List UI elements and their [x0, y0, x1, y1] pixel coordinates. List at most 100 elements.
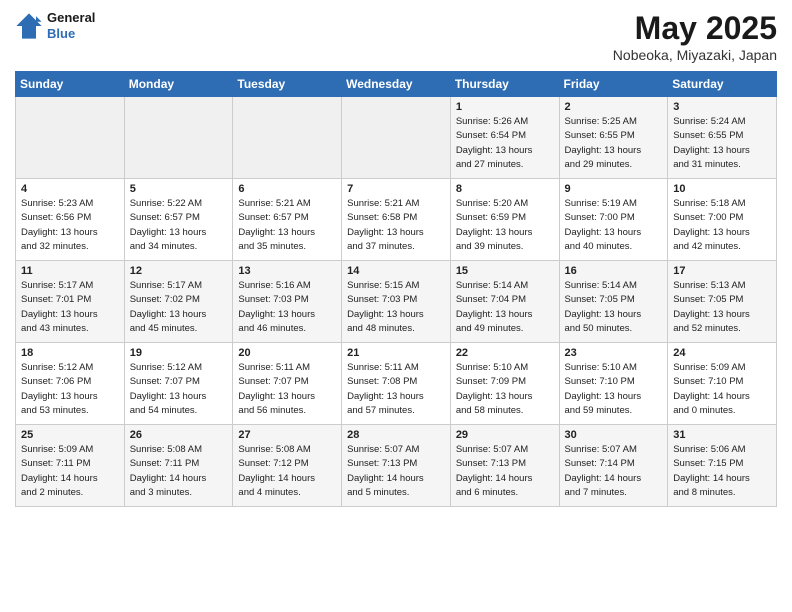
day-info: Sunrise: 5:06 AM Sunset: 7:15 PM Dayligh… — [673, 443, 771, 500]
calendar-cell: 17Sunrise: 5:13 AM Sunset: 7:05 PM Dayli… — [668, 261, 777, 343]
day-number: 16 — [565, 265, 663, 277]
calendar-week-2: 4 Sunrise: 5:23 AM Sunset: 6:56 PM Daylig… — [16, 179, 777, 261]
calendar-cell: 30Sunrise: 5:07 AM Sunset: 7:14 PM Dayli… — [559, 425, 668, 507]
calendar-cell: 31 Sunrise: 5:06 AM Sunset: 7:15 PM Dayli… — [668, 425, 777, 507]
calendar-body: 1 Sunrise: 5:26 AM Sunset: 6:54 PM Daylig… — [16, 97, 777, 507]
calendar-cell: 15Sunrise: 5:14 AM Sunset: 7:04 PM Dayli… — [450, 261, 559, 343]
calendar-week-1: 1 Sunrise: 5:26 AM Sunset: 6:54 PM Daylig… — [16, 97, 777, 179]
day-info: Sunrise: 5:26 AM Sunset: 6:54 PM Dayligh… — [456, 115, 554, 172]
calendar-week-3: 11Sunrise: 5:17 AM Sunset: 7:01 PM Dayli… — [16, 261, 777, 343]
day-number: 18 — [21, 347, 119, 359]
day-number: 14 — [347, 265, 445, 277]
day-info: Sunrise: 5:11 AM Sunset: 7:07 PM Dayligh… — [238, 361, 336, 418]
calendar-cell: 5 Sunrise: 5:22 AM Sunset: 6:57 PM Daylig… — [124, 179, 233, 261]
day-number: 8 — [456, 183, 554, 195]
calendar-cell: 24Sunrise: 5:09 AM Sunset: 7:10 PM Dayli… — [668, 343, 777, 425]
day-info: Sunrise: 5:14 AM Sunset: 7:05 PM Dayligh… — [565, 279, 663, 336]
day-number: 4 — [21, 183, 119, 195]
calendar-cell: 27Sunrise: 5:08 AM Sunset: 7:12 PM Dayli… — [233, 425, 342, 507]
day-info: Sunrise: 5:21 AM Sunset: 6:58 PM Dayligh… — [347, 197, 445, 254]
day-number: 5 — [130, 183, 228, 195]
day-number: 29 — [456, 429, 554, 441]
logo-line2: Blue — [47, 26, 95, 42]
calendar-cell: 1 Sunrise: 5:26 AM Sunset: 6:54 PM Daylig… — [450, 97, 559, 179]
day-info: Sunrise: 5:10 AM Sunset: 7:10 PM Dayligh… — [565, 361, 663, 418]
calendar-cell: 20Sunrise: 5:11 AM Sunset: 7:07 PM Dayli… — [233, 343, 342, 425]
weekday-header-saturday: Saturday — [668, 72, 777, 97]
day-number: 26 — [130, 429, 228, 441]
day-info: Sunrise: 5:10 AM Sunset: 7:09 PM Dayligh… — [456, 361, 554, 418]
calendar-cell: 19 Sunrise: 5:12 AM Sunset: 7:07 PM Dayli… — [124, 343, 233, 425]
day-number: 27 — [238, 429, 336, 441]
calendar-cell: 12 Sunrise: 5:17 AM Sunset: 7:02 PM Dayli… — [124, 261, 233, 343]
day-info: Sunrise: 5:07 AM Sunset: 7:13 PM Dayligh… — [456, 443, 554, 500]
weekday-header-sunday: Sunday — [16, 72, 125, 97]
day-info: Sunrise: 5:07 AM Sunset: 7:13 PM Dayligh… — [347, 443, 445, 500]
day-info: Sunrise: 5:24 AM Sunset: 6:55 PM Dayligh… — [673, 115, 771, 172]
calendar-cell: 18 Sunrise: 5:12 AM Sunset: 7:06 PM Dayli… — [16, 343, 125, 425]
day-info: Sunrise: 5:15 AM Sunset: 7:03 PM Dayligh… — [347, 279, 445, 336]
day-number: 22 — [456, 347, 554, 359]
day-info: Sunrise: 5:08 AM Sunset: 7:11 PM Dayligh… — [130, 443, 228, 500]
calendar-cell: 4 Sunrise: 5:23 AM Sunset: 6:56 PM Daylig… — [16, 179, 125, 261]
location-subtitle: Nobeoka, Miyazaki, Japan — [613, 47, 777, 63]
day-info: Sunrise: 5:22 AM Sunset: 6:57 PM Dayligh… — [130, 197, 228, 254]
day-number: 31 — [673, 429, 771, 441]
day-number: 21 — [347, 347, 445, 359]
day-info: Sunrise: 5:16 AM Sunset: 7:03 PM Dayligh… — [238, 279, 336, 336]
day-info: Sunrise: 5:11 AM Sunset: 7:08 PM Dayligh… — [347, 361, 445, 418]
day-info: Sunrise: 5:12 AM Sunset: 7:06 PM Dayligh… — [21, 361, 119, 418]
day-number: 6 — [238, 183, 336, 195]
day-info: Sunrise: 5:23 AM Sunset: 6:56 PM Dayligh… — [21, 197, 119, 254]
weekday-header-monday: Monday — [124, 72, 233, 97]
day-info: Sunrise: 5:19 AM Sunset: 7:00 PM Dayligh… — [565, 197, 663, 254]
day-number: 2 — [565, 101, 663, 113]
calendar-cell: 14 Sunrise: 5:15 AM Sunset: 7:03 PM Dayli… — [342, 261, 451, 343]
calendar-cell: 21 Sunrise: 5:11 AM Sunset: 7:08 PM Dayli… — [342, 343, 451, 425]
logo-text: General Blue — [47, 10, 95, 41]
day-info: Sunrise: 5:17 AM Sunset: 7:02 PM Dayligh… — [130, 279, 228, 336]
day-number: 24 — [673, 347, 771, 359]
calendar-cell: 8 Sunrise: 5:20 AM Sunset: 6:59 PM Daylig… — [450, 179, 559, 261]
day-number: 10 — [673, 183, 771, 195]
calendar-week-5: 25Sunrise: 5:09 AM Sunset: 7:11 PM Dayli… — [16, 425, 777, 507]
day-number: 1 — [456, 101, 554, 113]
calendar-cell — [16, 97, 125, 179]
calendar-cell: 2 Sunrise: 5:25 AM Sunset: 6:55 PM Daylig… — [559, 97, 668, 179]
calendar-table: SundayMondayTuesdayWednesdayThursdayFrid… — [15, 71, 777, 507]
calendar-cell: 3Sunrise: 5:24 AM Sunset: 6:55 PM Daylig… — [668, 97, 777, 179]
calendar-week-4: 18 Sunrise: 5:12 AM Sunset: 7:06 PM Dayli… — [16, 343, 777, 425]
weekday-header-row: SundayMondayTuesdayWednesdayThursdayFrid… — [16, 72, 777, 97]
day-number: 17 — [673, 265, 771, 277]
day-info: Sunrise: 5:07 AM Sunset: 7:14 PM Dayligh… — [565, 443, 663, 500]
day-info: Sunrise: 5:12 AM Sunset: 7:07 PM Dayligh… — [130, 361, 228, 418]
day-number: 19 — [130, 347, 228, 359]
calendar-header: SundayMondayTuesdayWednesdayThursdayFrid… — [16, 72, 777, 97]
calendar-cell: 10Sunrise: 5:18 AM Sunset: 7:00 PM Dayli… — [668, 179, 777, 261]
calendar-cell: 23 Sunrise: 5:10 AM Sunset: 7:10 PM Dayli… — [559, 343, 668, 425]
calendar-cell: 28 Sunrise: 5:07 AM Sunset: 7:13 PM Dayli… — [342, 425, 451, 507]
day-number: 23 — [565, 347, 663, 359]
day-number: 28 — [347, 429, 445, 441]
weekday-header-wednesday: Wednesday — [342, 72, 451, 97]
day-info: Sunrise: 5:20 AM Sunset: 6:59 PM Dayligh… — [456, 197, 554, 254]
logo-line1: General — [47, 10, 95, 26]
calendar-cell: 9 Sunrise: 5:19 AM Sunset: 7:00 PM Daylig… — [559, 179, 668, 261]
day-number: 12 — [130, 265, 228, 277]
day-info: Sunrise: 5:09 AM Sunset: 7:11 PM Dayligh… — [21, 443, 119, 500]
logo: General Blue — [15, 10, 95, 41]
day-number: 7 — [347, 183, 445, 195]
calendar-cell: 6 Sunrise: 5:21 AM Sunset: 6:57 PM Daylig… — [233, 179, 342, 261]
calendar-cell — [124, 97, 233, 179]
day-number: 11 — [21, 265, 119, 277]
day-info: Sunrise: 5:21 AM Sunset: 6:57 PM Dayligh… — [238, 197, 336, 254]
day-info: Sunrise: 5:25 AM Sunset: 6:55 PM Dayligh… — [565, 115, 663, 172]
calendar-cell: 22 Sunrise: 5:10 AM Sunset: 7:09 PM Dayli… — [450, 343, 559, 425]
title-area: May 2025 Nobeoka, Miyazaki, Japan — [613, 10, 777, 63]
day-number: 9 — [565, 183, 663, 195]
calendar-cell: 25Sunrise: 5:09 AM Sunset: 7:11 PM Dayli… — [16, 425, 125, 507]
weekday-header-friday: Friday — [559, 72, 668, 97]
calendar-cell: 11Sunrise: 5:17 AM Sunset: 7:01 PM Dayli… — [16, 261, 125, 343]
calendar-cell: 29 Sunrise: 5:07 AM Sunset: 7:13 PM Dayli… — [450, 425, 559, 507]
calendar-cell: 26 Sunrise: 5:08 AM Sunset: 7:11 PM Dayli… — [124, 425, 233, 507]
